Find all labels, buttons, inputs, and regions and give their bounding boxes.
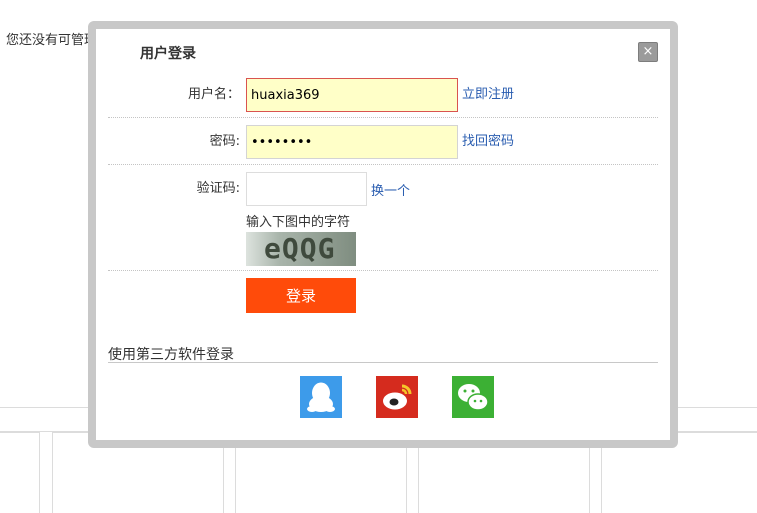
username-input[interactable] [246, 78, 458, 112]
row-divider [108, 270, 658, 271]
qq-login-button[interactable] [300, 376, 342, 418]
close-icon: × [642, 44, 654, 59]
captcha-input[interactable] [246, 172, 367, 206]
weibo-icon [376, 376, 418, 418]
refresh-captcha-link[interactable]: 换一个 [371, 180, 410, 199]
close-button[interactable]: × [638, 42, 658, 62]
weibo-login-button[interactable] [376, 376, 418, 418]
wechat-login-button[interactable] [452, 376, 494, 418]
login-dialog: 用户登录 × 用户名： 立即注册 密码: 找回密码 验证码: 换一个 输入下图中… [96, 29, 670, 440]
qq-icon [300, 376, 342, 418]
captcha-image-text: eQQG [264, 232, 336, 265]
row-divider [108, 164, 658, 165]
password-input[interactable] [246, 125, 458, 159]
wechat-icon [452, 376, 494, 418]
dialog-title: 用户登录 [140, 46, 196, 62]
manage-notice-text: 您还没有可管理 [6, 33, 98, 48]
row-divider [108, 117, 658, 118]
captcha-label: 验证码: [196, 181, 240, 196]
password-label: 密码: [209, 134, 240, 149]
username-label: 用户名： [187, 87, 240, 102]
login-button[interactable]: 登录 [246, 278, 356, 313]
forgot-password-link[interactable]: 找回密码 [462, 130, 514, 149]
captcha-hint: 输入下图中的字符 [246, 215, 351, 230]
login-dialog-frame: 用户登录 × 用户名： 立即注册 密码: 找回密码 验证码: 换一个 输入下图中… [88, 21, 678, 448]
captcha-image[interactable]: eQQG [246, 232, 356, 266]
register-link[interactable]: 立即注册 [462, 83, 514, 102]
third-party-divider [108, 362, 658, 363]
third-party-title: 使用第三方软件登录 [108, 347, 234, 363]
